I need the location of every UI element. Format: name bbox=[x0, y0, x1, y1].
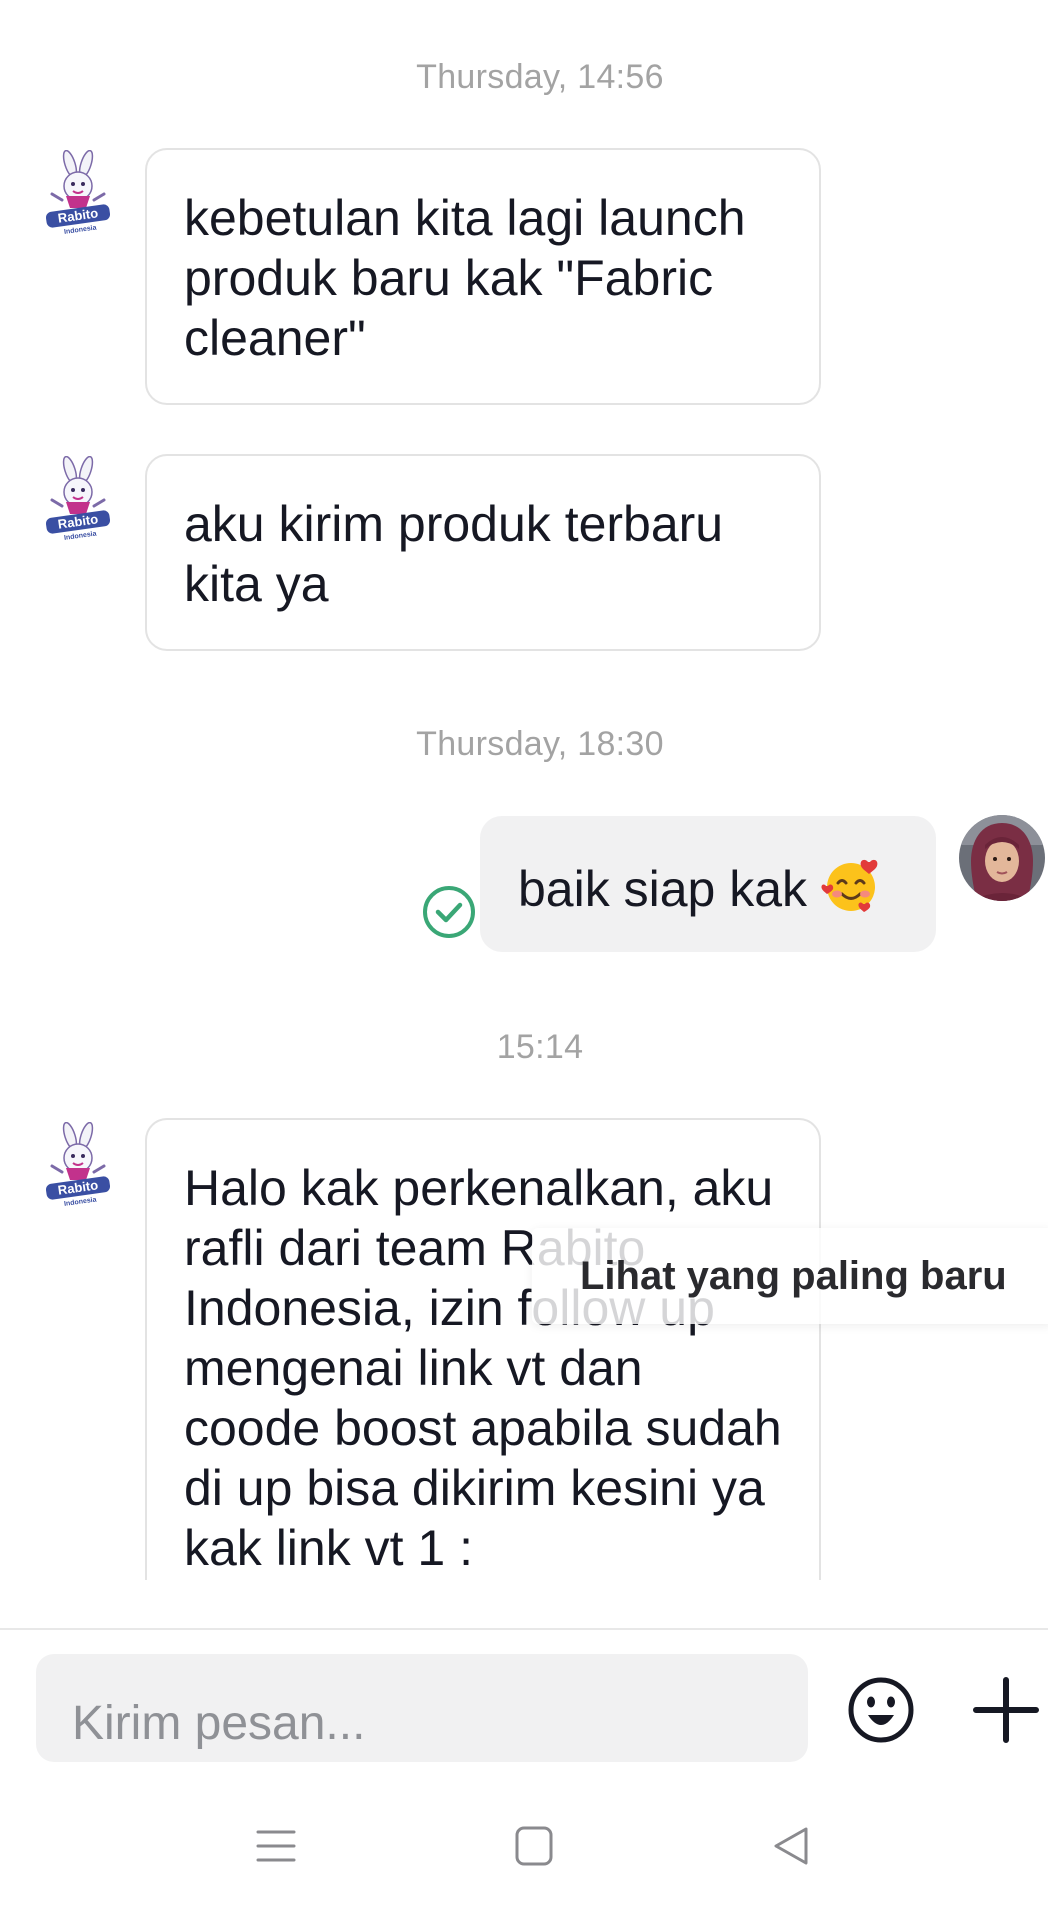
rabbit-logo-icon: Rabito Indonesia bbox=[45, 1121, 111, 1208]
back-icon[interactable] bbox=[768, 1822, 816, 1870]
message-text: baik siap kak bbox=[518, 861, 808, 917]
timestamp: 15:14 bbox=[496, 1028, 584, 1066]
svg-text:Indonesia: Indonesia bbox=[64, 224, 97, 235]
message-bubble-incoming[interactable]: Halo kak perkenalkan, aku rafli dari tea… bbox=[145, 1118, 821, 1580]
jump-to-latest-button[interactable]: Lihat yang paling baru bbox=[532, 1228, 1048, 1324]
emoji-icon[interactable] bbox=[846, 1675, 916, 1745]
timestamp: Thursday, 14:56 bbox=[416, 58, 664, 96]
composer-divider bbox=[0, 1628, 1048, 1630]
message-bubble-incoming[interactable]: kebetulan kita lagi launch produk baru k… bbox=[145, 148, 821, 405]
svg-text:Indonesia: Indonesia bbox=[64, 530, 97, 541]
svg-text:Rabito: Rabito bbox=[57, 511, 99, 531]
brand-avatar[interactable]: Rabito Indonesia bbox=[40, 455, 116, 542]
message-bubble-outgoing[interactable]: baik siap kak bbox=[480, 816, 936, 952]
timestamp: Thursday, 18:30 bbox=[416, 725, 664, 763]
svg-text:Rabito: Rabito bbox=[57, 1177, 99, 1197]
user-avatar[interactable] bbox=[959, 815, 1045, 901]
message-input[interactable] bbox=[36, 1654, 808, 1762]
home-icon[interactable] bbox=[510, 1822, 558, 1870]
svg-text:Indonesia: Indonesia bbox=[64, 1196, 97, 1207]
rabbit-logo-icon: Rabito Indonesia bbox=[45, 149, 111, 236]
chat-screen: Thursday, 14:56 Rabito Indonesia kebetul… bbox=[0, 0, 1048, 1918]
message-bubble-incoming[interactable]: aku kirim produk terbaru kita ya bbox=[145, 454, 821, 651]
rabbit-logo-icon: Rabito Indonesia bbox=[45, 455, 111, 542]
sent-check-icon bbox=[421, 884, 477, 940]
svg-text:Rabito: Rabito bbox=[57, 205, 99, 225]
smiling-face-with-hearts-icon bbox=[821, 856, 881, 929]
menu-icon[interactable] bbox=[252, 1822, 300, 1870]
brand-avatar[interactable]: Rabito Indonesia bbox=[40, 149, 116, 236]
message-list[interactable]: Thursday, 14:56 Rabito Indonesia kebetul… bbox=[0, 0, 1048, 1580]
brand-avatar[interactable]: Rabito Indonesia bbox=[40, 1121, 116, 1208]
plus-icon[interactable] bbox=[970, 1674, 1042, 1746]
